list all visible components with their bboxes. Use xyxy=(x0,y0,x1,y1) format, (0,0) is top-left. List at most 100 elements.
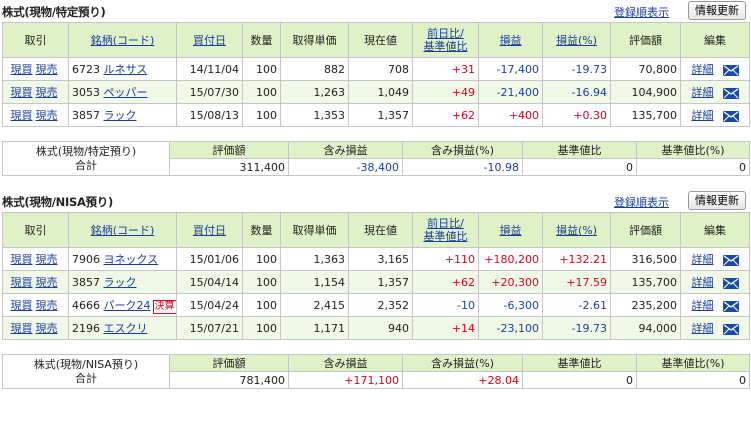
sell-link[interactable]: 現売 xyxy=(36,109,58,122)
buy-link[interactable]: 現買 xyxy=(11,276,33,289)
sell-link[interactable]: 現売 xyxy=(36,63,58,76)
buy-link[interactable]: 現買 xyxy=(11,63,33,76)
mail-icon[interactable] xyxy=(722,323,739,335)
mail-icon[interactable] xyxy=(722,254,739,266)
col-name[interactable]: 銘柄(コード) xyxy=(68,212,177,248)
col-daychange[interactable]: 前日比/基準値比 xyxy=(412,212,479,248)
summary-table: 株式(現物/特定預り) 合計 評価額 含み損益 含み損益(%) 基準値比 基準値比… xyxy=(2,141,750,176)
table-row: 現買 現売 3053 ペッパー 15/07/30 100 1,263 1,049 … xyxy=(2,80,750,104)
earnings-badge: 決算 xyxy=(152,299,176,314)
refresh-button[interactable]: 情報更新 xyxy=(688,1,746,20)
buy-date: 15/08/13 xyxy=(176,103,243,127)
profit-loss-pct: +0.30 xyxy=(542,103,611,127)
sell-link[interactable]: 現売 xyxy=(36,276,58,289)
holdings-section: 株式(現物/特定預り) 登録順表示 情報更新 取引 銘柄(コード) 買付日 数量… xyxy=(0,0,751,176)
table-row: 現買 現売 2196 エスクリ 15/07/21 100 1,171 940 +1… xyxy=(2,316,750,340)
col-date[interactable]: 買付日 xyxy=(176,212,243,248)
sort-daychange-link[interactable]: 前日比/ xyxy=(427,217,464,230)
sell-link[interactable]: 現売 xyxy=(36,86,58,99)
buy-date: 15/07/30 xyxy=(176,80,243,104)
col-plpct[interactable]: 損益(%) xyxy=(542,22,611,58)
sort-name-link[interactable]: 銘柄(コード) xyxy=(91,34,155,47)
sort-date-link[interactable]: 買付日 xyxy=(193,224,226,237)
day-change: +110 xyxy=(412,247,479,271)
buy-link[interactable]: 現買 xyxy=(11,109,33,122)
col-pl[interactable]: 損益 xyxy=(478,22,543,58)
buy-link[interactable]: 現買 xyxy=(11,322,33,335)
buy-link[interactable]: 現買 xyxy=(11,253,33,266)
detail-link[interactable]: 詳細 xyxy=(692,276,714,289)
mail-icon[interactable] xyxy=(722,87,739,99)
detail-link[interactable]: 詳細 xyxy=(692,86,714,99)
sort-pl-link[interactable]: 損益 xyxy=(500,34,522,47)
quantity: 100 xyxy=(242,270,281,294)
detail-link[interactable]: 詳細 xyxy=(692,109,714,122)
sell-link[interactable]: 現売 xyxy=(36,253,58,266)
cost-price: 2,415 xyxy=(280,293,349,317)
sort-name-link[interactable]: 銘柄(コード) xyxy=(91,224,155,237)
col-date[interactable]: 買付日 xyxy=(176,22,243,58)
day-change: +14 xyxy=(412,316,479,340)
col-name[interactable]: 銘柄(コード) xyxy=(68,22,177,58)
stock-name-link[interactable]: ラック xyxy=(104,109,137,122)
col-price: 現在値 xyxy=(348,212,413,248)
col-cost: 取得単価 xyxy=(280,22,349,58)
profit-loss: -23,100 xyxy=(478,316,543,340)
profit-loss: -21,400 xyxy=(478,80,543,104)
summary-label: 株式(現物/特定預り) 合計 xyxy=(2,141,170,176)
mail-icon[interactable] xyxy=(722,277,739,289)
col-daychange[interactable]: 前日比/基準値比 xyxy=(412,22,479,58)
current-price: 1,357 xyxy=(348,103,413,127)
summary-label: 株式(現物/NISA預り) 合計 xyxy=(2,354,170,389)
buy-link[interactable]: 現買 xyxy=(11,86,33,99)
stock-name-link[interactable]: ルネサス xyxy=(104,63,148,76)
detail-link[interactable]: 詳細 xyxy=(692,63,714,76)
stock-name-link[interactable]: エスクリ xyxy=(104,322,148,335)
detail-link[interactable]: 詳細 xyxy=(692,253,714,266)
stock-name-link[interactable]: ペッパー xyxy=(104,86,148,99)
cost-price: 1,353 xyxy=(280,103,349,127)
summary-header-row: 株式(現物/NISA預り) 合計 評価額 含み損益 含み損益(%) 基準値比 基準… xyxy=(2,354,750,389)
summary-col-plpct: 含み損益(%) xyxy=(402,354,523,372)
registration-order-link[interactable]: 登録順表示 xyxy=(614,4,669,20)
sort-plpct-link[interactable]: 損益(%) xyxy=(556,224,597,237)
col-value: 評価額 xyxy=(610,212,681,248)
sort-pl-link[interactable]: 損益 xyxy=(500,224,522,237)
summary-plpct: +28.04 xyxy=(402,371,523,389)
sort-basechange-link[interactable]: 基準値比 xyxy=(424,40,468,53)
sort-date-link[interactable]: 買付日 xyxy=(193,34,226,47)
quantity: 100 xyxy=(242,247,281,271)
stock-cell: 3857 ラック xyxy=(68,103,177,127)
section-header: 株式(現物/特定預り) 登録順表示 情報更新 xyxy=(0,0,751,22)
col-plpct[interactable]: 損益(%) xyxy=(542,212,611,248)
col-pl[interactable]: 損益 xyxy=(478,212,543,248)
stock-name-link[interactable]: ヨネックス xyxy=(104,253,159,266)
mail-icon[interactable] xyxy=(722,110,739,122)
sort-daychange-link[interactable]: 前日比/ xyxy=(427,27,464,40)
sort-basechange-link[interactable]: 基準値比 xyxy=(424,230,468,243)
profit-loss: +180,200 xyxy=(478,247,543,271)
market-value: 104,900 xyxy=(610,80,681,104)
mail-icon[interactable] xyxy=(722,300,739,312)
registration-order-link[interactable]: 登録順表示 xyxy=(614,194,669,210)
buy-link[interactable]: 現買 xyxy=(11,299,33,312)
sort-plpct-link[interactable]: 損益(%) xyxy=(556,34,597,47)
edit-cell: 詳細 xyxy=(680,270,750,294)
stock-code: 4666 xyxy=(72,298,100,312)
summary-base: 0 xyxy=(522,158,637,176)
summary-plpct: -10.98 xyxy=(402,158,523,176)
detail-link[interactable]: 詳細 xyxy=(692,299,714,312)
detail-link[interactable]: 詳細 xyxy=(692,322,714,335)
stock-cell: 4666 パーク24 決算 xyxy=(68,293,177,317)
stock-name-link[interactable]: ラック xyxy=(104,276,137,289)
stock-name-link[interactable]: パーク24 xyxy=(104,299,151,312)
sell-link[interactable]: 現売 xyxy=(36,322,58,335)
mail-icon[interactable] xyxy=(722,64,739,76)
stock-cell: 3857 ラック xyxy=(68,270,177,294)
sell-link[interactable]: 現売 xyxy=(36,299,58,312)
table-row: 現買 現売 3857 ラック 15/08/13 100 1,353 1,357 +… xyxy=(2,103,750,127)
summary-table: 株式(現物/NISA預り) 合計 評価額 含み損益 含み損益(%) 基準値比 基準… xyxy=(2,354,750,389)
refresh-button[interactable]: 情報更新 xyxy=(688,191,746,210)
current-price: 708 xyxy=(348,57,413,81)
header-row: 取引 銘柄(コード) 買付日 数量 取得単価 現在値 前日比/基準値比 損益 損… xyxy=(2,22,750,58)
